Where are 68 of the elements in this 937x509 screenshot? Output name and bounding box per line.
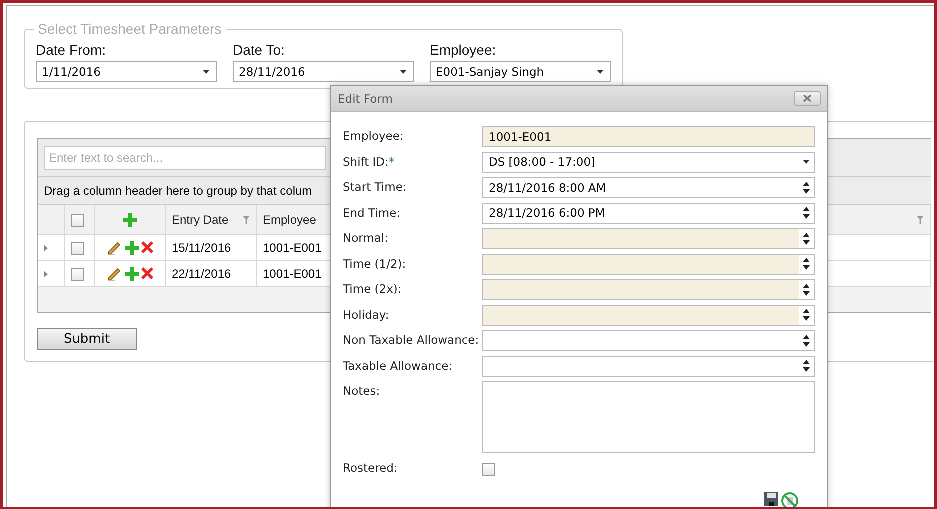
close-button[interactable] xyxy=(794,91,821,106)
filter-icon[interactable] xyxy=(917,216,924,224)
spinner-arrows-icon[interactable] xyxy=(803,360,810,372)
spinner-arrows-icon[interactable] xyxy=(803,258,810,270)
save-icon[interactable] xyxy=(764,492,779,507)
spinner-arrows-icon[interactable] xyxy=(803,309,810,321)
submit-button[interactable]: Submit xyxy=(37,328,137,350)
field-label: Taxable Allowance: xyxy=(343,358,454,374)
field-label: Shift ID:* xyxy=(343,154,396,170)
search-field[interactable]: Enter text to search... xyxy=(44,146,326,170)
field-label: Start Time: xyxy=(343,179,408,196)
checkbox[interactable] xyxy=(71,214,84,227)
group-title: Select Timesheet Parameters xyxy=(37,21,223,37)
field-label: Normal: xyxy=(343,230,390,247)
field-label: Date To: xyxy=(233,42,286,58)
spinner-field[interactable] xyxy=(482,279,815,300)
caret-icon xyxy=(597,70,604,74)
field-label: Notes: xyxy=(343,383,382,400)
spinner-arrows-icon[interactable] xyxy=(803,284,810,296)
spinner-arrows-icon[interactable] xyxy=(803,334,810,346)
pencil-icon[interactable] xyxy=(106,266,122,282)
group-panel-hint: Drag a column header here to group by that colum xyxy=(44,184,312,198)
filter-icon[interactable] xyxy=(243,216,250,224)
delete-icon[interactable] xyxy=(140,267,154,280)
spinner-field[interactable] xyxy=(482,228,815,249)
caret-icon xyxy=(203,70,210,74)
field-label: Rostered: xyxy=(343,460,399,476)
table-cell: 1001-E001 xyxy=(263,240,322,254)
spinner-field[interactable] xyxy=(482,254,815,274)
text-field[interactable]: 1001-E001 xyxy=(482,126,815,147)
field-label: End Time: xyxy=(343,204,402,222)
spinner-arrows-icon[interactable] xyxy=(803,207,810,219)
close-icon xyxy=(803,95,812,102)
spinner-field[interactable]: 28/11/2016 8:00 AM xyxy=(482,177,815,198)
delete-icon[interactable] xyxy=(140,241,154,254)
checkbox[interactable] xyxy=(482,462,495,476)
checkbox[interactable] xyxy=(71,268,84,281)
field-label: Time (1/2): xyxy=(343,256,408,272)
field-label: Holiday: xyxy=(343,306,390,324)
expand-icon[interactable] xyxy=(44,244,48,252)
expand-icon[interactable] xyxy=(44,270,48,278)
caret-icon xyxy=(400,70,407,74)
checkbox[interactable] xyxy=(71,242,84,255)
column-header[interactable]: Employee xyxy=(263,212,316,226)
dropdown-field[interactable]: DS [08:00 - 17:00] xyxy=(482,152,815,172)
field-label: Time (2x): xyxy=(343,281,403,298)
plus-icon[interactable] xyxy=(122,212,138,228)
spinner-field[interactable] xyxy=(482,330,815,351)
spinner-arrows-icon[interactable] xyxy=(803,232,810,244)
spinner-field[interactable]: 28/11/2016 6:00 PM xyxy=(482,202,815,224)
field-label: Date From: xyxy=(36,42,108,58)
column-header[interactable]: Entry Date xyxy=(172,212,229,226)
table-cell: 22/11/2016 xyxy=(172,266,232,280)
spinner-field[interactable] xyxy=(482,304,815,326)
dialog-title: Edit Form xyxy=(338,92,393,106)
dropdown-field[interactable]: E001-Sanjay Singh xyxy=(430,61,611,82)
spinner-arrows-icon[interactable] xyxy=(803,182,810,194)
table-cell: 15/11/2016 xyxy=(172,240,232,254)
field-label: Non Taxable Allowance: xyxy=(343,332,480,349)
field-label: Employee: xyxy=(430,42,498,58)
table-cell: 1001-E001 xyxy=(263,266,322,280)
notes-field[interactable] xyxy=(482,381,815,453)
dropdown-field[interactable]: 28/11/2016 xyxy=(233,61,414,82)
field-label: Employee: xyxy=(343,128,405,145)
pencil-icon[interactable] xyxy=(106,240,122,256)
dropdown-field[interactable]: 1/11/2016 xyxy=(36,61,217,82)
spinner-field[interactable] xyxy=(482,356,815,376)
caret-icon xyxy=(803,160,810,164)
